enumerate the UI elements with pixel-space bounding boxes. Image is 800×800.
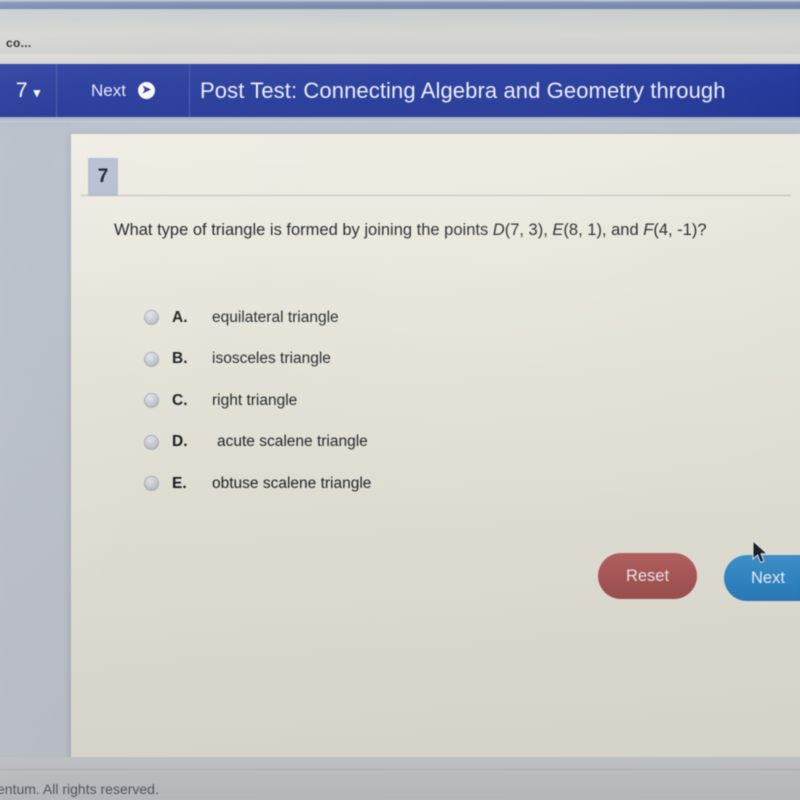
- radio-button-b[interactable]: [144, 351, 159, 367]
- option-letter-d: D.: [172, 433, 188, 451]
- question-prompt-lead: What type of triangle is formed by joini…: [114, 221, 493, 239]
- option-text-c: right triangle: [212, 391, 298, 409]
- option-text-a: equilateral triangle: [212, 308, 339, 326]
- browser-tab-bar: co...: [0, 9, 800, 54]
- navbar-next-label: Next: [91, 80, 126, 100]
- point-f-label: F: [643, 221, 654, 239]
- browser-window-top-edge: [0, 0, 800, 9]
- answer-option-c[interactable]: C. right triangle: [144, 380, 704, 422]
- radio-button-d[interactable]: [144, 434, 159, 450]
- answer-option-d[interactable]: D. acute scalene triangle: [144, 422, 704, 464]
- chevron-down-icon: ▾: [33, 84, 41, 100]
- option-text-b: isosceles triangle: [212, 350, 331, 368]
- question-card: 7 What type of triangle is formed by joi…: [71, 134, 800, 762]
- reset-button[interactable]: Reset: [598, 553, 697, 599]
- answer-option-a[interactable]: A. equilateral triangle: [144, 297, 704, 339]
- option-letter-b: B.: [172, 350, 188, 368]
- option-text-e: obtuse scalene triangle: [212, 474, 372, 492]
- radio-button-a[interactable]: [144, 310, 159, 326]
- option-letter-e: E.: [172, 474, 187, 492]
- answer-options-list: A. equilateral triangle B. isosceles tri…: [144, 297, 704, 505]
- question-number-badge: 7: [88, 158, 118, 196]
- screenshot-root: co... 7 ▾ Next ➤ Post Test: Connecting A…: [0, 0, 800, 800]
- point-e-label: E: [552, 221, 564, 239]
- navbar-next-button[interactable]: Next ➤: [57, 64, 190, 117]
- answer-option-e[interactable]: E. obtuse scalene triangle: [144, 463, 704, 505]
- point-d-coords: (7, 3),: [504, 221, 553, 239]
- radio-button-c[interactable]: [144, 393, 159, 409]
- point-e-coords: (8, 1), and: [563, 221, 639, 239]
- assessment-navbar: 7 ▾ Next ➤ Post Test: Connecting Algebra…: [0, 64, 800, 117]
- page-left-gutter: [0, 122, 71, 762]
- radio-button-e[interactable]: [144, 476, 159, 492]
- copyright-text: entum. All rights reserved.: [0, 781, 159, 797]
- question-selector-number: 7: [15, 78, 28, 102]
- option-letter-a: A.: [172, 308, 188, 326]
- option-letter-c: C.: [172, 391, 188, 409]
- question-selector-dropdown[interactable]: 7 ▾: [0, 64, 57, 117]
- point-f-coords: (4, -1)?: [653, 221, 707, 239]
- option-text-d: acute scalene triangle: [217, 433, 368, 451]
- footer-divider: [0, 769, 800, 770]
- answer-option-b[interactable]: B. isosceles triangle: [144, 339, 704, 381]
- point-d-label: D: [492, 221, 505, 239]
- browser-tab-title[interactable]: co...: [6, 36, 32, 50]
- navbar-bottom-shadow: [0, 117, 800, 122]
- arrow-right-circle-icon: ➤: [137, 82, 155, 99]
- next-button[interactable]: Next: [724, 555, 800, 601]
- assessment-title: Post Test: Connecting Algebra and Geomet…: [200, 77, 726, 103]
- question-prompt: What type of triangle is formed by joini…: [114, 216, 734, 244]
- question-header-divider: [81, 195, 791, 196]
- browser-chrome-separator: [0, 54, 800, 64]
